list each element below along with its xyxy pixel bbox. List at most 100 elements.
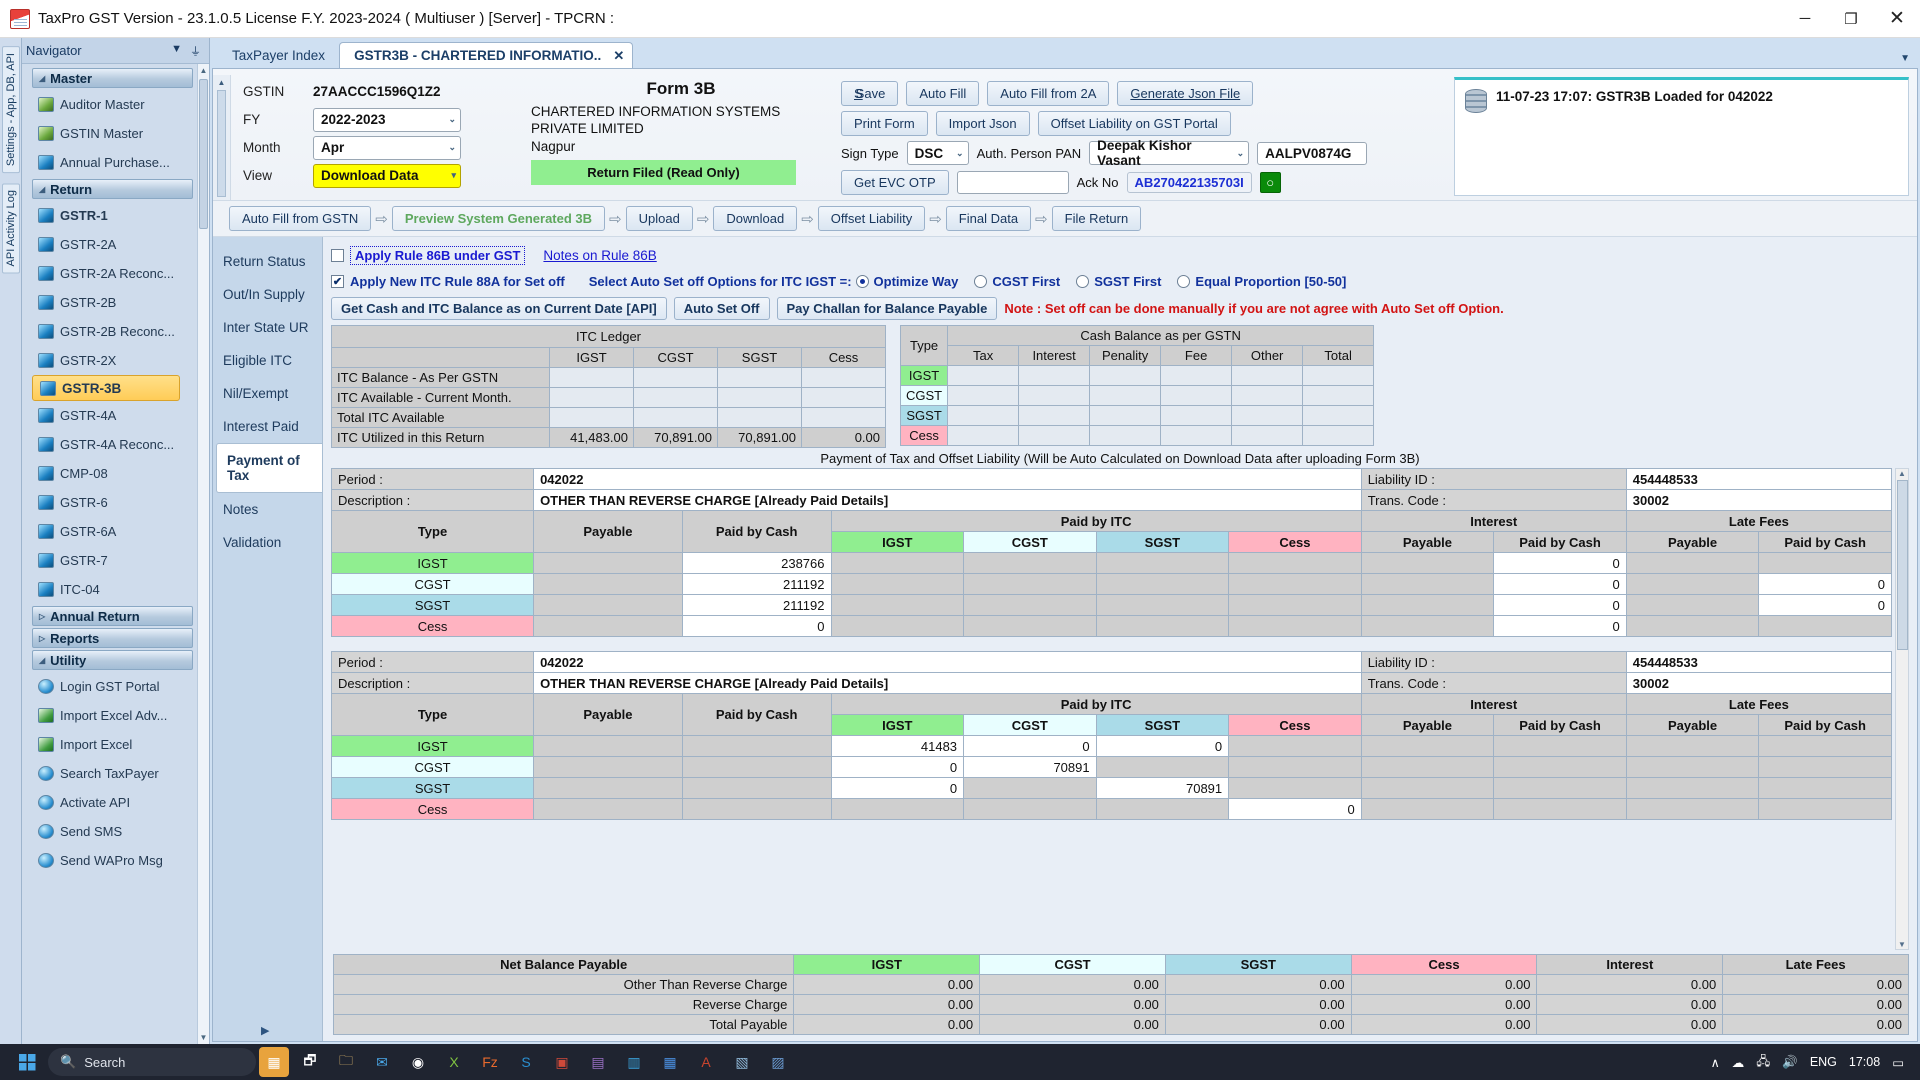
pan-field[interactable]: AALPV0874G <box>1257 141 1368 165</box>
payment-cell-paid-by-cash[interactable]: 211192 <box>681 594 832 616</box>
sidebar-item-gstr-4a[interactable]: GSTR-4A <box>32 401 193 430</box>
payment-cell-payable[interactable] <box>533 573 683 595</box>
cash-cell[interactable] <box>1018 385 1091 406</box>
navigator-scrollbar[interactable]: ▲ ▼ <box>197 64 209 1044</box>
itc-cell[interactable] <box>801 407 886 428</box>
payment-cell-itc-igst[interactable] <box>830 798 965 820</box>
cash-cell[interactable] <box>1018 405 1091 426</box>
payment-cell-itc-cess[interactable] <box>1228 615 1362 637</box>
payment-cell-lf-paid-cash[interactable]: 0 <box>1758 573 1892 595</box>
language-indicator[interactable]: ENG <box>1810 1055 1837 1069</box>
tab-notes[interactable]: Notes <box>213 493 322 526</box>
cash-cell[interactable] <box>1231 425 1304 446</box>
sidebar-item-send-wapro-msg[interactable]: Send WAPro Msg <box>32 846 193 875</box>
search-input[interactable]: 🔍 Search <box>48 1048 256 1076</box>
itc-cell[interactable]: 0.00 <box>801 427 886 448</box>
save-button[interactable]: SSave <box>841 81 899 106</box>
taskbar-icon-excel[interactable]: X <box>439 1047 469 1077</box>
payment-cell-itc-cess[interactable]: 0 <box>1228 798 1362 820</box>
sign-type-select[interactable]: DSC ⌄ <box>906 141 969 165</box>
payment-cell-lf-paid-cash[interactable] <box>1758 615 1892 637</box>
rule-86b-label[interactable]: Apply Rule 86B under GST <box>350 245 526 265</box>
payment-cell-int-payable[interactable] <box>1360 798 1495 820</box>
sidebar-item-gstr-7[interactable]: GSTR-7 <box>32 546 193 575</box>
cash-cell[interactable] <box>1160 425 1233 446</box>
fy-select[interactable]: 2022-2023 ⌄ <box>313 107 461 132</box>
nav-group-utility[interactable]: ◢ Utility <box>32 650 193 670</box>
tab-inter-state-ur[interactable]: Inter State UR <box>213 311 322 344</box>
payment-cell-itc-sgst[interactable] <box>1095 594 1230 616</box>
wizard-step-file-return[interactable]: File Return <box>1051 206 1142 231</box>
sidebar-item-gstr-3b[interactable]: GSTR-3B <box>32 375 180 401</box>
taskbar-icon-app1[interactable]: ▣ <box>547 1047 577 1077</box>
itc-cell[interactable] <box>633 387 718 408</box>
payment-cell-paid-by-cash[interactable] <box>681 798 832 820</box>
payment-cell-int-paid-cash[interactable] <box>1493 756 1627 778</box>
payment-cell-payable[interactable] <box>533 756 683 778</box>
tab-taxpayer-index[interactable]: TaxPayer Index <box>218 42 340 68</box>
payment-cell-itc-sgst[interactable] <box>1095 573 1230 595</box>
tab-validation[interactable]: Validation <box>213 526 322 559</box>
payment-cell-int-paid-cash[interactable]: 0 <box>1493 615 1627 637</box>
itc-cell[interactable] <box>633 407 718 428</box>
scroll-up-icon[interactable]: ▲ <box>218 78 226 87</box>
itc-cell[interactable] <box>801 387 886 408</box>
payment-cell-paid-by-cash[interactable]: 238766 <box>681 552 832 574</box>
maximize-button[interactable]: ❐ <box>1828 0 1874 38</box>
itc-cell[interactable] <box>717 367 802 388</box>
payment-cell-int-payable[interactable] <box>1360 552 1495 574</box>
clock[interactable]: 17:08 <box>1849 1055 1880 1069</box>
view-select[interactable]: Download Data ▾ <box>313 163 461 188</box>
notes-on-rule-86b-link[interactable]: Notes on Rule 86B <box>543 248 656 263</box>
cash-cell[interactable] <box>1160 385 1233 406</box>
period-value[interactable]: 042022 <box>533 468 1362 490</box>
liability-value[interactable]: 454448533 <box>1625 651 1893 673</box>
payment-cell-lf-paid-cash[interactable] <box>1758 798 1892 820</box>
cash-cell[interactable] <box>1089 425 1162 446</box>
notification-center-icon[interactable]: ▭ <box>1892 1055 1904 1070</box>
rule-86b-checkbox[interactable] <box>331 248 344 262</box>
sidebar-item-send-sms[interactable]: Send SMS <box>32 817 193 846</box>
scroll-thumb[interactable] <box>217 90 226 197</box>
payment-cell-lf-payable[interactable] <box>1625 552 1760 574</box>
taskbar-icon-app4[interactable]: ▦ <box>655 1047 685 1077</box>
network-icon[interactable]: 🖧 <box>1756 1052 1770 1073</box>
payment-cell-int-payable[interactable] <box>1360 777 1495 799</box>
payment-cell-int-paid-cash[interactable] <box>1493 798 1627 820</box>
description-value[interactable]: OTHER THAN REVERSE CHARGE [Already Paid … <box>533 672 1362 694</box>
payment-cell-paid-by-cash[interactable] <box>681 735 832 757</box>
get-balance-button[interactable]: Get Cash and ITC Balance as on Current D… <box>331 297 667 320</box>
tab-interest-paid[interactable]: Interest Paid <box>213 410 322 443</box>
pin-icon[interactable]: ⏚ <box>190 43 201 59</box>
payment-cell-lf-paid-cash[interactable] <box>1758 735 1892 757</box>
taskbar-icon-taxpro[interactable]: ▦ <box>259 1047 289 1077</box>
payment-cell-itc-cess[interactable] <box>1228 552 1362 574</box>
vtab-settings[interactable]: Settings - App, DB, API <box>1 46 20 174</box>
sidebar-item-gstr-2x[interactable]: GSTR-2X <box>32 346 193 375</box>
taskbar-icon-app2[interactable]: ▤ <box>583 1047 613 1077</box>
payment-cell-itc-igst[interactable] <box>830 615 965 637</box>
wizard-step-download[interactable]: Download <box>713 206 798 231</box>
payment-cell-itc-igst[interactable]: 0 <box>830 756 965 778</box>
chevron-down-icon[interactable]: ▼ <box>171 43 182 59</box>
cash-cell[interactable] <box>1089 405 1162 426</box>
chat-icon[interactable]: ○ <box>1259 172 1281 193</box>
payment-cell-lf-paid-cash[interactable] <box>1758 756 1892 778</box>
start-button[interactable] <box>6 1044 48 1080</box>
trans-code-value[interactable]: 30002 <box>1625 489 1893 511</box>
nav-group-return[interactable]: ◢ Return <box>32 179 193 199</box>
payment-cell-itc-sgst[interactable]: 0 <box>1095 735 1230 757</box>
ack-no-value[interactable]: AB270422135703I <box>1126 172 1252 193</box>
payment-cell-itc-cgst[interactable]: 70891 <box>963 756 1097 778</box>
offset-liability-portal-button[interactable]: Offset Liability on GST Portal <box>1037 111 1231 136</box>
payment-cell-itc-sgst[interactable]: 70891 <box>1095 777 1230 799</box>
cash-cell[interactable] <box>1302 405 1375 426</box>
payment-cell-paid-by-cash[interactable] <box>681 756 832 778</box>
payment-cell-itc-igst[interactable] <box>830 573 965 595</box>
cash-cell[interactable] <box>947 385 1020 406</box>
sidebar-item-annual-purchase[interactable]: Annual Purchase... <box>32 148 193 177</box>
cash-cell[interactable] <box>1231 365 1304 386</box>
minimize-button[interactable]: ─ <box>1782 0 1828 38</box>
payment-cell-int-payable[interactable] <box>1360 735 1495 757</box>
itc-cell[interactable] <box>549 367 634 388</box>
